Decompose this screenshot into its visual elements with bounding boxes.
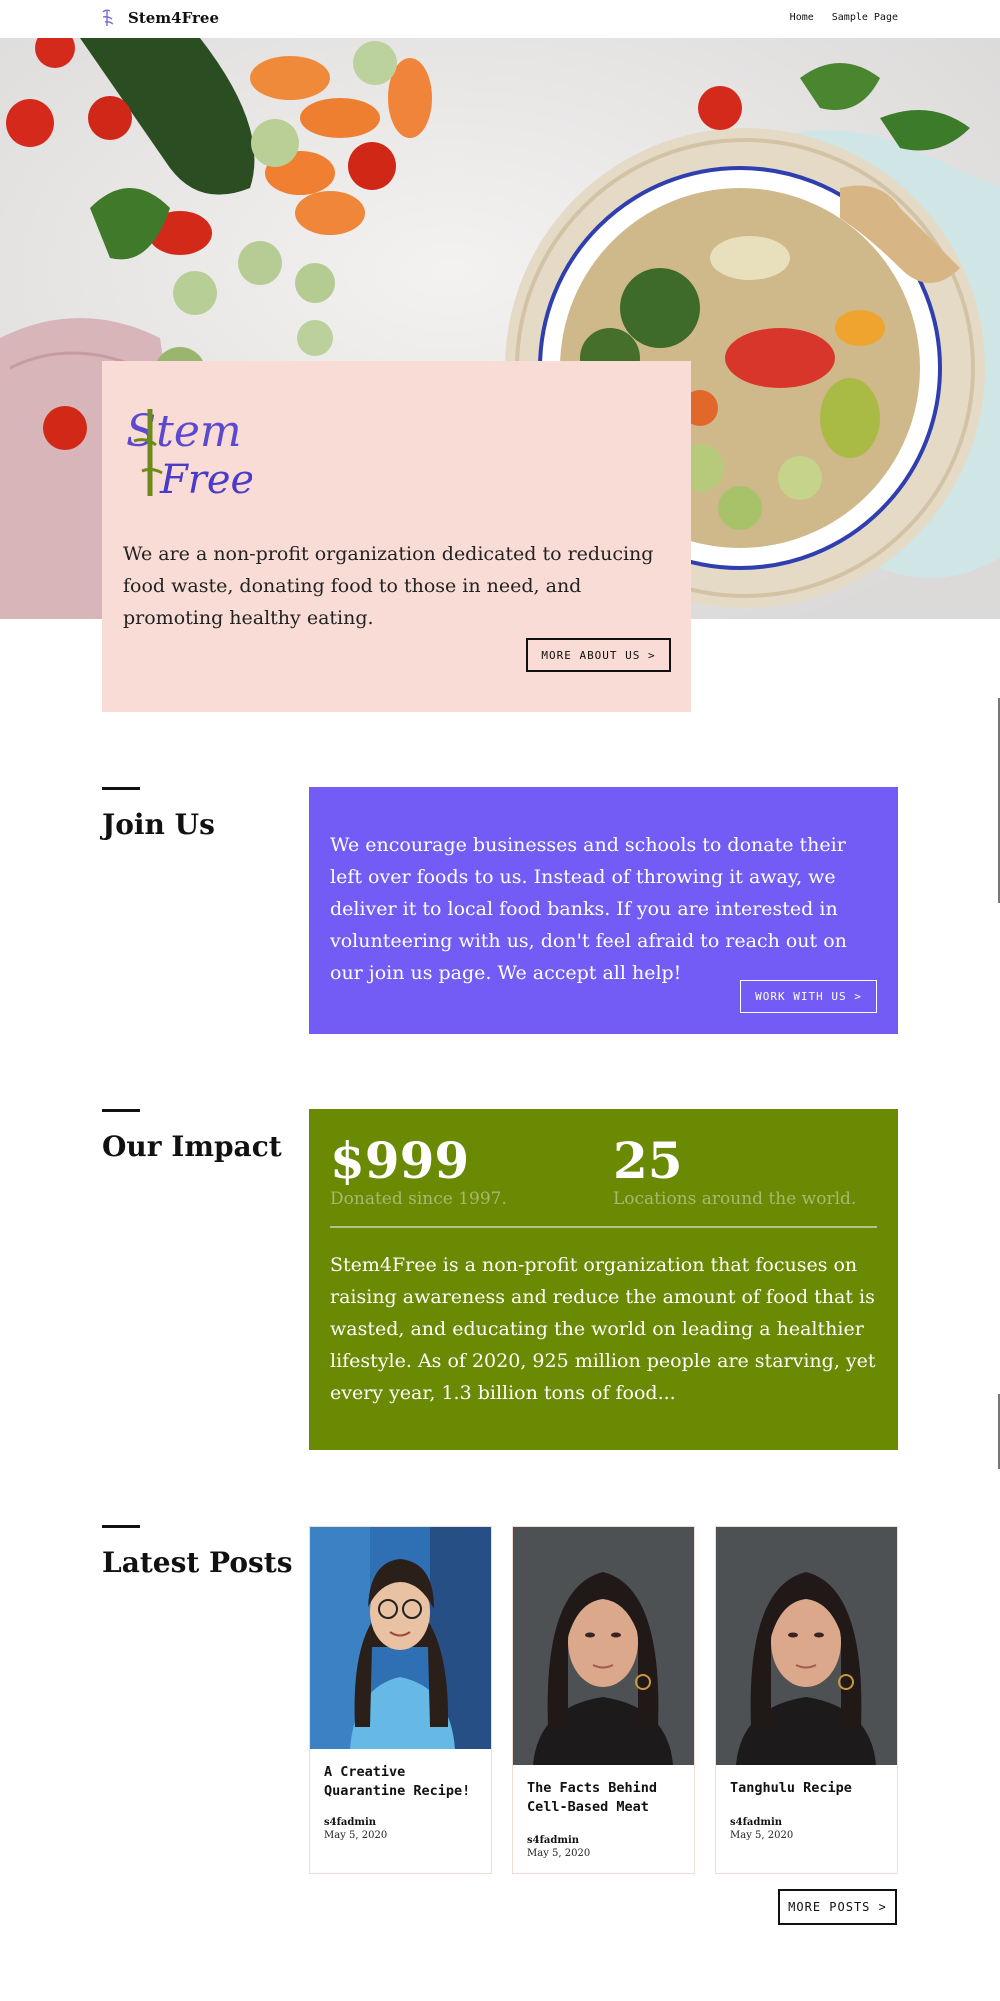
svg-text:Free: Free [159,457,252,501]
join-title-rule [102,787,140,790]
intro-card: Stem Free We are a non-profit organizati… [102,361,691,712]
post-card[interactable]: Tanghulu Recipe s4fadmin May 5, 2020 [715,1526,898,1874]
post-thumbnail[interactable] [310,1527,491,1749]
impact-title: Our Impact [102,1130,282,1163]
post-card[interactable]: A Creative Quarantine Recipe! s4fadmin M… [309,1526,492,1874]
brand[interactable]: Stem4Free [100,8,219,28]
site-header: Stem4Free Home Sample Page [0,0,1000,38]
stat-locations-label: Locations around the world. [613,1189,857,1209]
post-date: May 5, 2020 [730,1830,794,1841]
nav-home[interactable]: Home [790,12,814,23]
brand-name: Stem4Free [128,9,219,27]
impact-box: $999 Donated since 1997. 25 Locations ar… [309,1109,898,1450]
stat-donated-value: $999 [330,1131,470,1190]
post-card[interactable]: The Facts Behind Cell-Based Meat s4fadmi… [512,1526,695,1874]
impact-text: Stem4Free is a non-profit organization t… [330,1254,876,1404]
post-thumbnail[interactable] [716,1527,897,1765]
join-us-box: We encourage businesses and schools to d… [309,787,898,1034]
svg-text:Stem: Stem [126,406,242,457]
join-title: Join Us [102,808,215,841]
more-posts-button[interactable]: MORE POSTS > [778,1889,897,1925]
main-nav: Home Sample Page [790,12,898,23]
posts-title: Latest Posts [102,1546,293,1579]
work-with-us-button[interactable]: WORK WITH US > [740,980,877,1013]
stat-donated-label: Donated since 1997. [330,1189,507,1209]
impact-title-rule [102,1109,140,1112]
impact-divider [330,1226,877,1228]
post-date: May 5, 2020 [324,1830,388,1841]
join-text: We encourage businesses and schools to d… [330,834,847,984]
post-title[interactable]: The Facts Behind Cell-Based Meat [527,1779,687,1817]
post-title[interactable]: A Creative Quarantine Recipe! [324,1763,484,1801]
post-author[interactable]: s4fadmin [527,1835,579,1846]
posts-title-rule [102,1525,140,1528]
intro-text: We are a non-profit organization dedicat… [123,543,654,629]
stat-locations-value: 25 [613,1131,683,1190]
nav-sample-page[interactable]: Sample Page [832,12,898,23]
stem4free-logo-icon [102,9,114,26]
post-author[interactable]: s4fadmin [730,1817,782,1828]
post-thumbnail[interactable] [513,1527,694,1765]
post-date: May 5, 2020 [527,1848,591,1859]
more-about-us-button[interactable]: MORE ABOUT US > [526,638,671,672]
stem4free-logo: Stem Free [126,406,252,501]
post-author[interactable]: s4fadmin [324,1817,376,1828]
post-title[interactable]: Tanghulu Recipe [730,1779,890,1798]
